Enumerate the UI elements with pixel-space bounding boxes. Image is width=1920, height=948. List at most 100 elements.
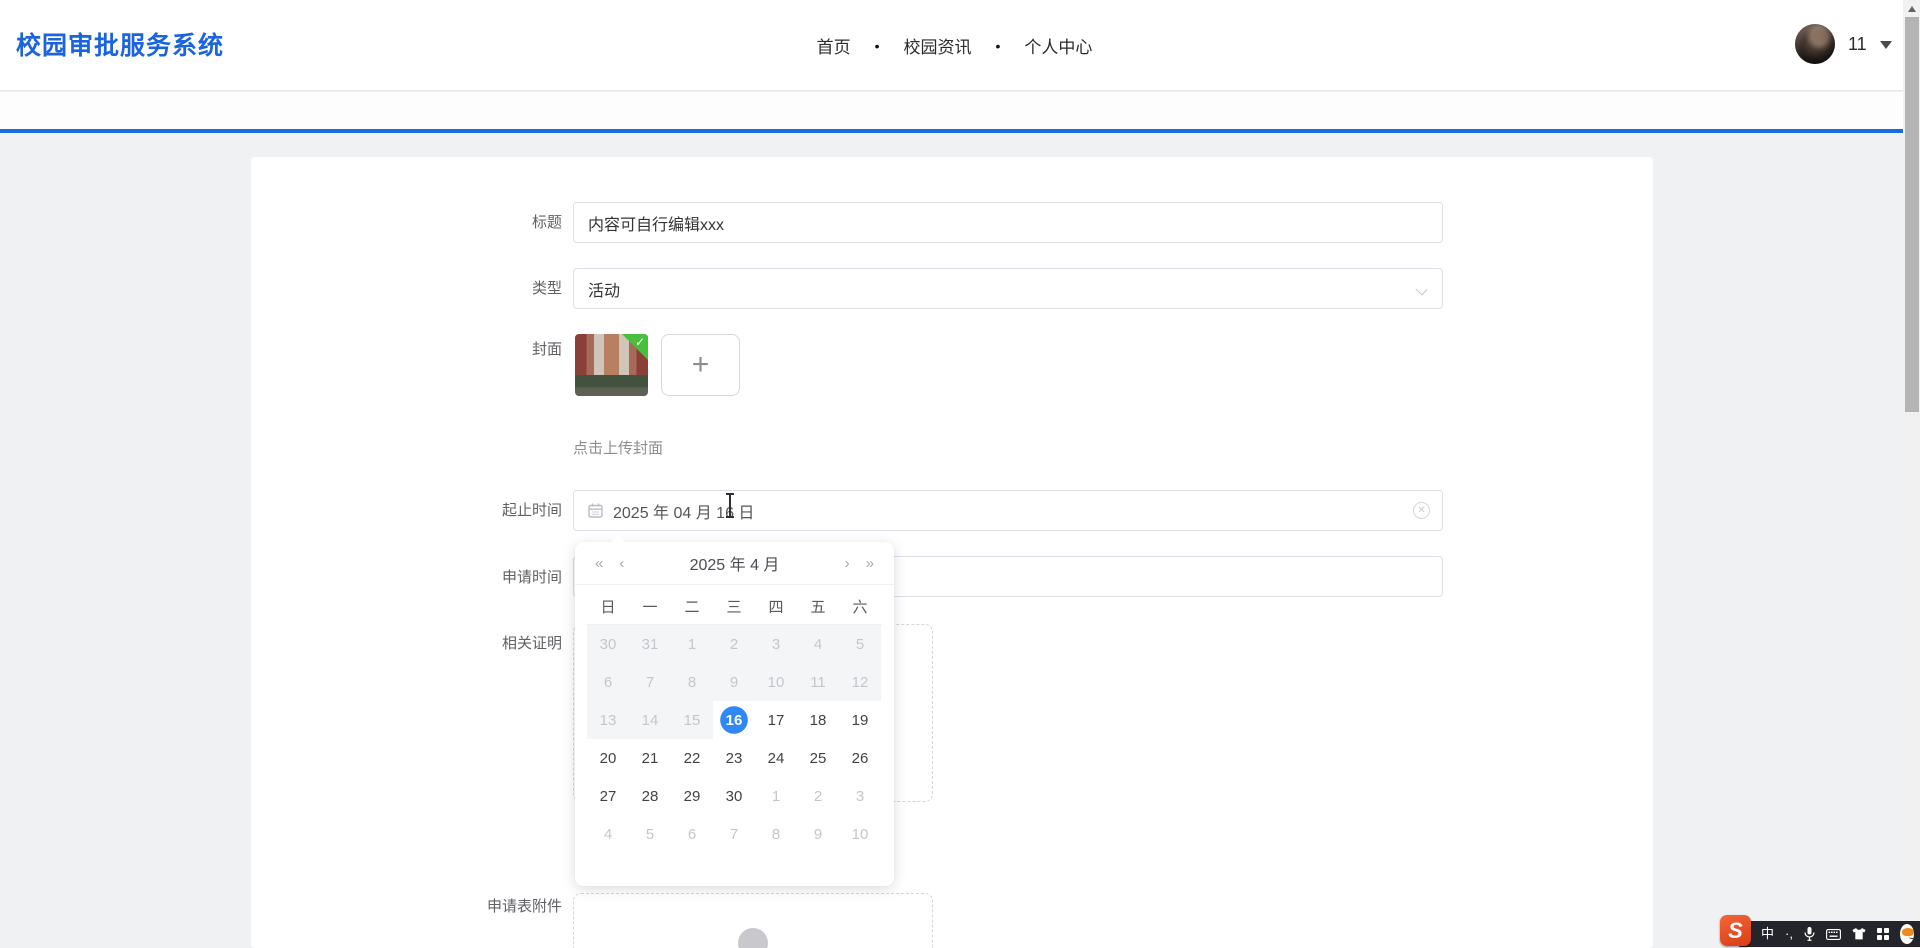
calendar-date[interactable]: 1 <box>671 625 713 663</box>
title-input-value: 内容可自行编辑xxx <box>588 211 724 235</box>
weekday-label: 五 <box>797 596 839 617</box>
chevron-down-icon <box>1415 283 1427 295</box>
nav-separator-dot: • <box>995 38 1000 54</box>
prev-year-button[interactable]: « <box>591 555 607 572</box>
nav-home[interactable]: 首页 <box>817 33 851 58</box>
calendar-date[interactable]: 27 <box>587 777 629 815</box>
next-year-button[interactable]: » <box>862 555 878 572</box>
calendar-date-selected[interactable]: 16 <box>713 701 755 739</box>
weekday-label: 日 <box>587 596 629 617</box>
calendar-date[interactable]: 19 <box>839 701 881 739</box>
scrollbar-up-arrow-icon[interactable] <box>1908 6 1916 12</box>
calendar-date[interactable]: 2 <box>797 777 839 815</box>
plus-icon: + <box>692 348 710 382</box>
calendar-date[interactable]: 3 <box>839 777 881 815</box>
title-label: 标题 <box>402 202 562 243</box>
calendar-date[interactable]: 10 <box>839 815 881 853</box>
prev-month-button[interactable]: ‹ <box>615 555 628 572</box>
type-select[interactable]: 活动 <box>573 268 1443 309</box>
text-cursor <box>729 493 731 518</box>
calendar-date[interactable]: 24 <box>755 739 797 777</box>
ime-mode-toggle[interactable]: 中 <box>1761 921 1774 947</box>
username: 11 <box>1848 34 1867 55</box>
calendar-date[interactable]: 2 <box>713 625 755 663</box>
header: 校园审批服务系统 首页 • 校园资讯 • 个人中心 11 <box>0 0 1920 91</box>
keyboard-icon[interactable] <box>1826 929 1841 940</box>
calendar-date[interactable]: 9 <box>797 815 839 853</box>
next-month-button[interactable]: › <box>841 555 854 572</box>
add-cover-button[interactable]: + <box>661 334 740 396</box>
scrollbar-thumb[interactable] <box>1905 17 1919 412</box>
calendar-month-title[interactable]: 2025 年 4 月 <box>628 551 840 575</box>
calendar-date[interactable]: 6 <box>671 815 713 853</box>
calendar-date[interactable]: 11 <box>797 663 839 701</box>
type-select-value: 活动 <box>588 277 620 301</box>
calendar-date[interactable]: 23 <box>713 739 755 777</box>
calendar-date[interactable]: 8 <box>755 815 797 853</box>
calendar-date[interactable]: 22 <box>671 739 713 777</box>
nav-personal-center[interactable]: 个人中心 <box>1024 33 1092 58</box>
calendar-date[interactable]: 14 <box>629 701 671 739</box>
date-range-label: 起止时间 <box>402 490 562 531</box>
ime-toolbar: 中 ·, <box>1737 921 1920 947</box>
calendar-date[interactable]: 8 <box>671 663 713 701</box>
attachment-label: 申请表附件 <box>402 897 562 917</box>
calendar-date[interactable]: 30 <box>713 777 755 815</box>
date-range-input[interactable]: 2025 年 04 月 16 日 ✕ <box>573 490 1443 531</box>
calendar-date[interactable]: 10 <box>755 663 797 701</box>
chevron-down-icon[interactable] <box>1880 41 1892 49</box>
sogou-ime-logo[interactable]: S <box>1720 915 1751 946</box>
user-menu[interactable]: 11 <box>1795 24 1892 64</box>
microphone-icon[interactable] <box>1804 927 1815 941</box>
ime-punctuation-toggle[interactable]: ·, <box>1785 921 1793 947</box>
calendar-date[interactable]: 25 <box>797 739 839 777</box>
calendar-date[interactable]: 28 <box>629 777 671 815</box>
weekday-label: 三 <box>713 596 755 617</box>
calendar-date[interactable]: 17 <box>755 701 797 739</box>
calendar-week-row: 27282930123 <box>587 777 882 815</box>
apply-time-label: 申请时间 <box>402 568 562 588</box>
weekday-header-row: 日 一 二 三 四 五 六 <box>587 589 882 625</box>
title-input[interactable]: 内容可自行编辑xxx <box>573 202 1443 243</box>
sub-header-band <box>0 92 1920 129</box>
calendar-date[interactable]: 13 <box>587 701 629 739</box>
calendar-date[interactable]: 7 <box>713 815 755 853</box>
calendar-date[interactable]: 18 <box>797 701 839 739</box>
type-label: 类型 <box>402 268 562 309</box>
calendar-date[interactable]: 1 <box>755 777 797 815</box>
cover-image-thumbnail[interactable]: ✓ <box>575 334 648 396</box>
calendar-date[interactable]: 4 <box>797 625 839 663</box>
calendar-date[interactable]: 20 <box>587 739 629 777</box>
calendar-date[interactable]: 6 <box>587 663 629 701</box>
nav-campus-news[interactable]: 校园资讯 <box>903 33 971 58</box>
weekday-label: 四 <box>755 596 797 617</box>
calendar-date[interactable]: 12 <box>839 663 881 701</box>
calendar-header: « ‹ 2025 年 4 月 › » <box>575 542 894 585</box>
calendar-date[interactable]: 31 <box>629 625 671 663</box>
date-picker-popup: « ‹ 2025 年 4 月 › » 日 一 二 三 四 五 六 3031123… <box>575 542 894 886</box>
avatar[interactable] <box>1795 24 1835 64</box>
calendar-date[interactable]: 21 <box>629 739 671 777</box>
calendar-body: 日 一 二 三 四 五 六 303112345 6789101112 13141… <box>575 585 894 853</box>
calendar-date[interactable]: 4 <box>587 815 629 853</box>
calendar-week-row: 45678910 <box>587 815 882 853</box>
clear-date-icon[interactable]: ✕ <box>1413 502 1430 519</box>
ime-emoji-icon[interactable] <box>1900 924 1914 944</box>
toolbox-grid-icon[interactable] <box>1877 928 1889 940</box>
calendar-date[interactable]: 7 <box>629 663 671 701</box>
calendar-date[interactable]: 29 <box>671 777 713 815</box>
calendar-week-row: 6789101112 <box>587 663 882 701</box>
calendar-date[interactable]: 3 <box>755 625 797 663</box>
app-logo: 校园审批服务系统 <box>16 26 224 62</box>
skin-shirt-icon[interactable] <box>1852 928 1866 940</box>
calendar-date[interactable]: 5 <box>839 625 881 663</box>
calendar-week-row: 13141516171819 <box>587 701 882 739</box>
calendar-date[interactable]: 26 <box>839 739 881 777</box>
calendar-date[interactable]: 15 <box>671 701 713 739</box>
nav-separator-dot: • <box>875 38 880 54</box>
calendar-date[interactable]: 9 <box>713 663 755 701</box>
accent-divider <box>0 129 1920 133</box>
calendar-date[interactable]: 5 <box>629 815 671 853</box>
page: 校园审批服务系统 首页 • 校园资讯 • 个人中心 11 标题 内容可自行编辑x… <box>0 0 1920 948</box>
calendar-date[interactable]: 30 <box>587 625 629 663</box>
